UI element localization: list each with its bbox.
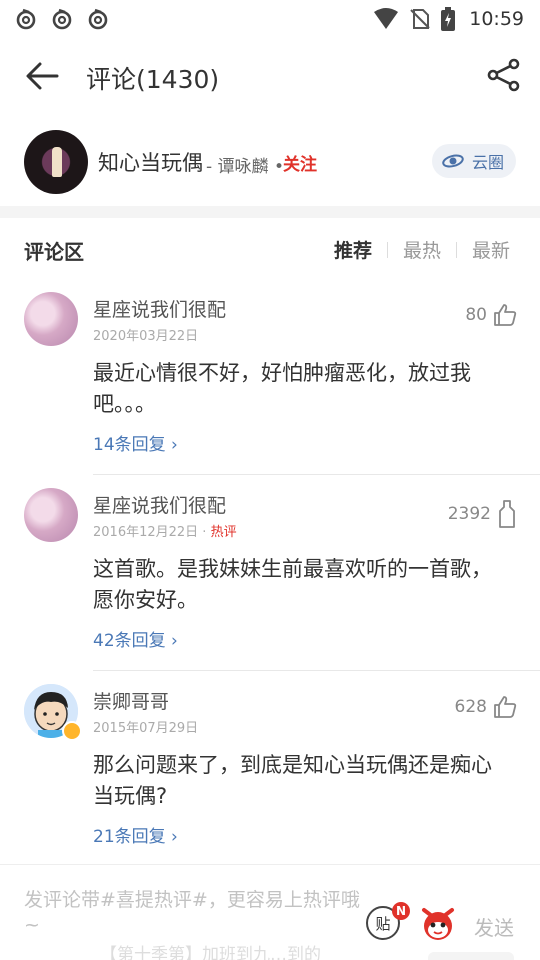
like-count: 80 bbox=[465, 305, 487, 325]
battery-icon bbox=[441, 7, 456, 31]
comment-divider bbox=[93, 474, 540, 475]
bottle-icon bbox=[499, 500, 515, 528]
netease-music-icon bbox=[88, 8, 108, 30]
replies-link[interactable]: 14条回复 › bbox=[93, 430, 178, 455]
background-comment-text: 【第十季第】加班到九…到的 bbox=[100, 945, 321, 960]
comment-section-title: 评论区 bbox=[24, 240, 84, 264]
tab-hottest[interactable]: 最热 bbox=[403, 236, 441, 263]
replies-link[interactable]: 42条回复 › bbox=[93, 626, 178, 651]
back-arrow-icon[interactable] bbox=[24, 60, 60, 92]
background-shape bbox=[428, 952, 514, 960]
tab-divider bbox=[387, 241, 389, 258]
hot-comment-tag: 热评 bbox=[210, 525, 237, 540]
comment-date: 2016年12月22日 · 热评 bbox=[93, 525, 237, 540]
certified-badge-icon bbox=[62, 721, 82, 741]
sort-tabs: 推荐 最热 最新 bbox=[334, 236, 510, 263]
song-info[interactable]: 知心当玩偶 - 谭咏麟 • 关注 云圈 bbox=[0, 124, 540, 200]
cloud-circle-button[interactable]: 云圈 bbox=[432, 144, 516, 178]
comment-username[interactable]: 崇卿哥哥 bbox=[93, 687, 169, 714]
page-title: 评论(1430) bbox=[86, 65, 220, 94]
thumbs-up-icon bbox=[494, 696, 517, 718]
album-figure bbox=[52, 147, 62, 177]
netease-music-icon bbox=[16, 8, 36, 30]
section-divider bbox=[0, 206, 540, 218]
like-button[interactable]: 628 bbox=[455, 696, 517, 718]
user-avatar[interactable] bbox=[24, 488, 78, 542]
comment-date: 2015年07月29日 bbox=[93, 721, 199, 736]
share-icon[interactable] bbox=[486, 58, 522, 92]
comment-divider bbox=[93, 670, 540, 671]
follow-button[interactable]: 关注 bbox=[283, 150, 317, 175]
like-button[interactable]: 2392 bbox=[448, 500, 517, 528]
like-button[interactable]: 80 bbox=[465, 304, 517, 326]
netease-music-icon bbox=[52, 8, 72, 30]
status-bar: 10:59 bbox=[0, 0, 540, 38]
song-title: 知心当玩偶 bbox=[98, 151, 203, 175]
comment-text: 那么问题来了，到底是知心当玩偶还是痴心当玩偶? bbox=[93, 753, 492, 808]
emoji-icon[interactable] bbox=[420, 906, 456, 942]
song-artist: - 谭咏麟 • bbox=[206, 157, 284, 177]
send-button[interactable]: 发送 bbox=[474, 912, 514, 941]
tab-newest[interactable]: 最新 bbox=[472, 236, 510, 263]
comment-input[interactable]: 发评论带#喜提热评#，更容易上热评哦~ bbox=[24, 888, 360, 938]
input-bar-divider bbox=[0, 864, 540, 865]
thumbs-up-icon bbox=[494, 304, 517, 326]
header: 评论(1430) bbox=[0, 44, 540, 108]
like-count: 2392 bbox=[447, 504, 491, 524]
no-sim-icon bbox=[410, 9, 430, 29]
tab-recommended[interactable]: 推荐 bbox=[334, 236, 372, 263]
user-avatar[interactable] bbox=[24, 292, 78, 346]
comment-date: 2020年03月22日 bbox=[93, 329, 199, 344]
wifi-icon bbox=[374, 8, 399, 29]
album-cover[interactable] bbox=[24, 130, 88, 194]
comment-text: 最近心情很不好，好怕肿瘤恶化，放过我吧。。。 bbox=[93, 361, 471, 416]
comment-username[interactable]: 星座说我们很配 bbox=[93, 491, 226, 518]
new-badge: N bbox=[392, 902, 410, 920]
replies-link[interactable]: 21条回复 › bbox=[93, 822, 178, 847]
like-count: 628 bbox=[454, 697, 487, 717]
cloud-circle-icon bbox=[442, 154, 464, 168]
comment-text: 这首歌。是我妹妹生前最喜欢听的一首歌，愿你安好。 bbox=[93, 557, 492, 612]
cloud-circle-label: 云圈 bbox=[472, 153, 505, 172]
tab-divider bbox=[456, 241, 458, 258]
clock: 10:59 bbox=[469, 8, 524, 30]
comment-username[interactable]: 星座说我们很配 bbox=[93, 295, 226, 322]
